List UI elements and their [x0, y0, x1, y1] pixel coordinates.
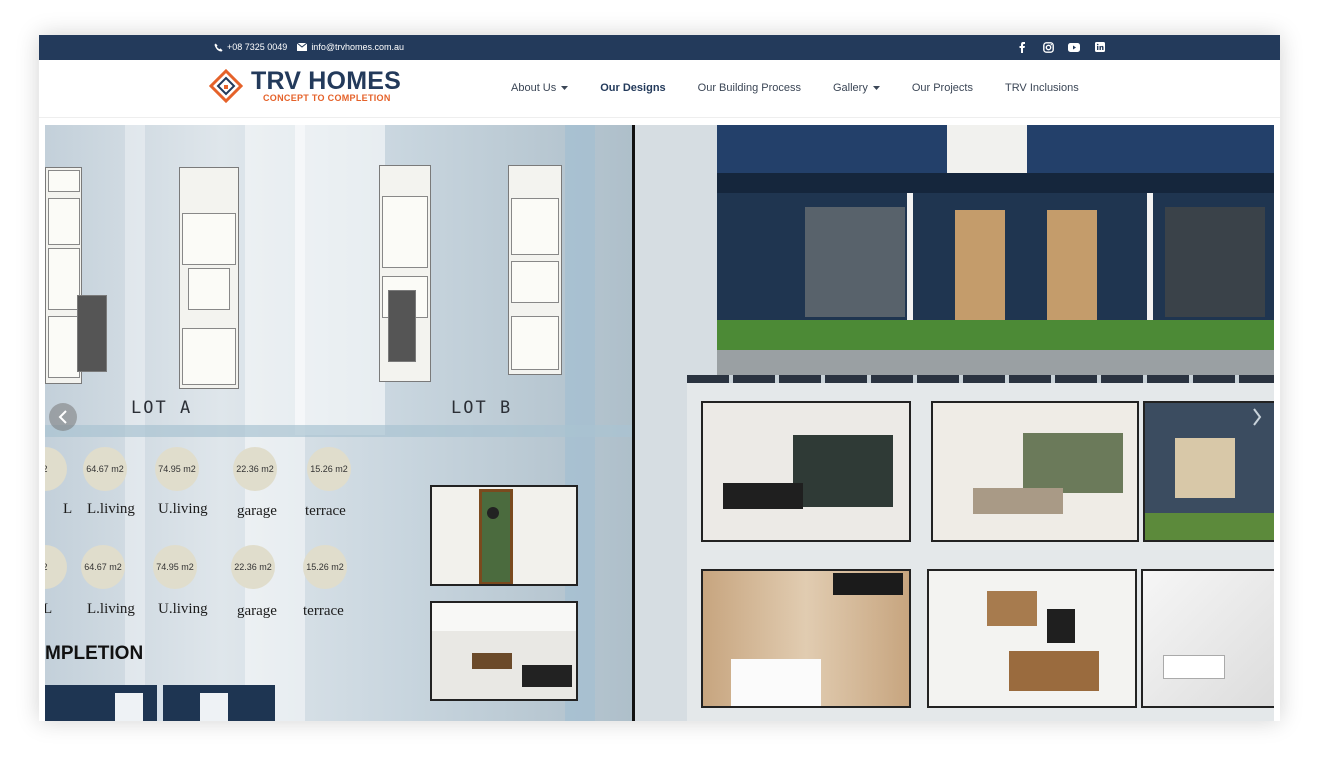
- email-link[interactable]: info@trvhomes.com.au: [297, 42, 404, 52]
- hero-slider[interactable]: LOT A LOT B 2 64.67 m2 74.95 m2 22.36 m2…: [45, 125, 1274, 721]
- floorplan-lot-b-upper: [508, 165, 562, 375]
- nav-our-building-process[interactable]: Our Building Process: [698, 82, 801, 94]
- area-label: terrace: [305, 503, 346, 519]
- slider-next-button[interactable]: [1243, 403, 1271, 431]
- house-logo-icon: [209, 69, 243, 103]
- area-label: L.living: [87, 501, 135, 517]
- nav-label: Our Building Process: [697, 82, 801, 94]
- area-bubble: 15.26 m2: [303, 545, 347, 589]
- site-header: TRV HOMES CONCEPT TO COMPLETION About Us…: [39, 60, 1280, 118]
- chevron-right-icon: [1253, 408, 1262, 426]
- area-bubble: 22.36 m2: [231, 545, 275, 589]
- area-label: garage: [237, 503, 277, 519]
- area-label: L: [45, 601, 53, 617]
- area-label: U.living: [158, 601, 208, 617]
- completion-heading: MPLETION: [45, 643, 144, 664]
- area-bubble: 74.95 m2: [155, 447, 199, 491]
- area-bubble: 64.67 m2: [81, 545, 125, 589]
- bg-window: [295, 125, 385, 435]
- car-icon: [388, 290, 416, 362]
- house-facade-photo: [717, 125, 1274, 375]
- nav-label: Our Projects: [911, 82, 973, 94]
- nav-label: Our Designs: [600, 82, 666, 94]
- phone-number: +08 7325 0049: [227, 42, 288, 52]
- browser-page: +08 7325 0049 info@trvhomes.com.au TRV H…: [39, 35, 1280, 721]
- logo-tagline: CONCEPT TO COMPLETION: [263, 93, 391, 103]
- kitchen-photo: [927, 569, 1137, 708]
- nav-trv-inclusions[interactable]: TRV Inclusions: [1005, 82, 1079, 94]
- area-label: garage: [237, 603, 277, 619]
- nav-label: Gallery: [832, 82, 868, 94]
- living-room-photo: [701, 401, 911, 542]
- main-navigation: About Us Our Designs Our Building Proces…: [511, 82, 1079, 94]
- area-label: terrace: [303, 603, 344, 619]
- lot-b-label: LOT B: [451, 398, 513, 418]
- chevron-left-icon: [58, 410, 67, 424]
- floorplan-lot-a-upper: [179, 167, 239, 389]
- nav-about-us[interactable]: About Us: [511, 82, 569, 94]
- top-contact-bar: +08 7325 0049 info@trvhomes.com.au: [39, 35, 1280, 60]
- car-icon: [77, 295, 107, 372]
- nav-label: TRV Inclusions: [1004, 82, 1079, 94]
- logo-name: TRV HOMES: [251, 67, 401, 95]
- area-bubble: 22.36 m2: [233, 447, 277, 491]
- lounge-photo: [931, 401, 1139, 542]
- phone-icon: [214, 42, 223, 52]
- logo-text: TRV HOMES CONCEPT TO COMPLETION: [251, 67, 401, 104]
- envelope-icon: [297, 43, 308, 51]
- lot-a-label: LOT A: [131, 398, 193, 418]
- nav-our-designs[interactable]: Our Designs: [600, 82, 665, 94]
- caret-down-icon: [872, 85, 880, 90]
- area-label: L: [63, 501, 73, 517]
- slider-prev-button[interactable]: [49, 403, 77, 431]
- linkedin-icon[interactable]: [1094, 41, 1106, 53]
- area-label: L.living: [87, 601, 135, 617]
- bg-stripe: [125, 125, 145, 721]
- caret-down-icon: [561, 85, 569, 90]
- bathroom-photo: [701, 569, 911, 708]
- area-label: U.living: [158, 501, 208, 517]
- interior-photo: [430, 485, 578, 586]
- area-bubble: 64.67 m2: [83, 447, 127, 491]
- ensuite-photo: [1141, 569, 1274, 708]
- email-address: info@trvhomes.com.au: [311, 42, 404, 52]
- youtube-icon[interactable]: [1068, 41, 1080, 53]
- nav-our-projects[interactable]: Our Projects: [912, 82, 973, 94]
- interior-photo: [430, 601, 578, 701]
- instagram-icon[interactable]: [1042, 41, 1054, 53]
- site-logo[interactable]: TRV HOMES CONCEPT TO COMPLETION: [209, 69, 401, 103]
- contact-info: +08 7325 0049 info@trvhomes.com.au: [214, 42, 404, 52]
- area-bubble: 74.95 m2: [153, 545, 197, 589]
- nav-label: About Us: [511, 82, 557, 94]
- facebook-icon[interactable]: [1016, 41, 1028, 53]
- social-links: [1016, 41, 1106, 53]
- nav-gallery[interactable]: Gallery: [833, 82, 880, 94]
- area-bubble: 15.26 m2: [307, 447, 351, 491]
- bg-shelf: [45, 425, 633, 437]
- house-thumbnail: [45, 685, 275, 721]
- phone-link[interactable]: +08 7325 0049: [214, 42, 287, 52]
